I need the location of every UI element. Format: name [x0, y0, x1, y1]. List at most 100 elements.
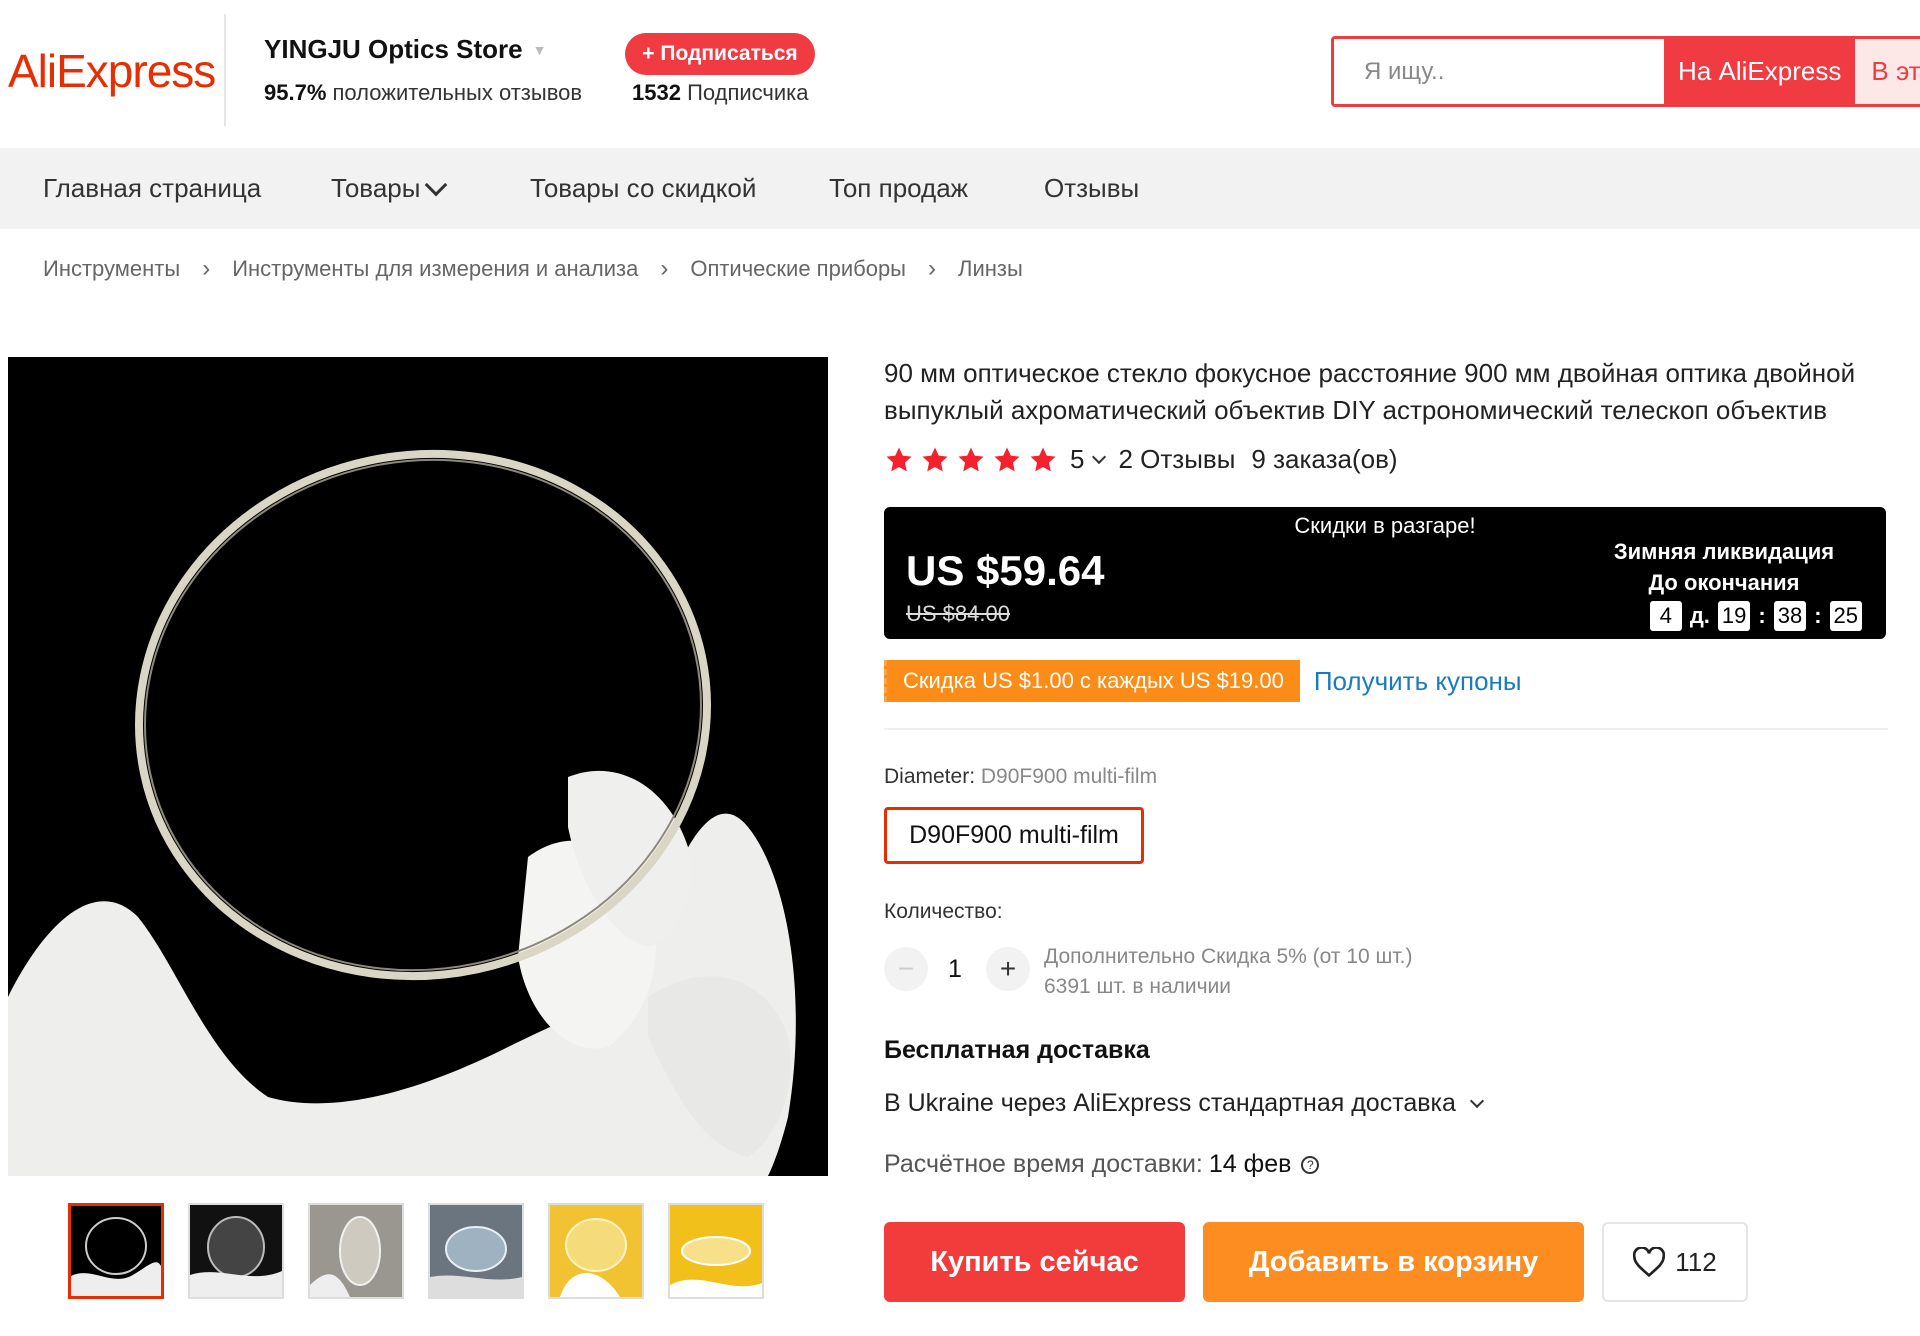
nav-item-label[interactable]: Главная страница — [43, 173, 261, 204]
thumbnail-3[interactable] — [308, 1203, 404, 1299]
star-icon — [922, 447, 948, 471]
store-rating: 95.7% положительных отзывов — [264, 80, 582, 106]
caret-down-icon[interactable]: ▼ — [533, 42, 547, 58]
store-nav: Главная страница Товары Товары со скидко… — [0, 148, 1920, 229]
store-name-label[interactable]: YINGJU Optics Store — [264, 34, 523, 65]
timer-title: Зимняя ликвидация — [1613, 539, 1835, 564]
thumbnail-image — [190, 1205, 282, 1297]
diameter-value: D90F900 multi-film — [980, 765, 1158, 788]
header-divider — [224, 14, 226, 126]
rating-percent: 95.7% — [264, 80, 327, 105]
nav-item-products[interactable]: Товары — [331, 148, 448, 229]
heart-icon — [1633, 1247, 1666, 1277]
timer-separator: : — [1814, 603, 1822, 628]
thumbnail-2[interactable] — [188, 1203, 284, 1299]
get-coupons-link[interactable]: Получить купоны — [1314, 666, 1522, 697]
timer-separator: : — [1758, 603, 1766, 628]
product-title: 90 мм оптическое стекло фокусное расстоя… — [884, 358, 1856, 425]
sku-option-button[interactable]: D90F900 multi-film — [884, 807, 1144, 864]
store-name[interactable]: YINGJU Optics Store ▼ — [264, 34, 546, 65]
divider — [884, 728, 1888, 730]
countdown-timer: 4 д. 19 : 38 : 25 — [1649, 601, 1862, 631]
orders-count: 9 заказа(ов) — [1251, 444, 1398, 474]
diameter-label: Diameter: D90F900 multi-film — [884, 765, 1157, 789]
buy-now-button[interactable]: Купить сейчас — [884, 1222, 1185, 1302]
quantity-decrease-button[interactable]: − — [884, 947, 928, 991]
thumbnail-image — [670, 1205, 762, 1297]
nav-item-label[interactable]: Топ продаж — [829, 173, 968, 204]
search-box: На AliExpress В этом магазине — [1331, 36, 1920, 107]
quantity-increase-button[interactable]: + — [986, 947, 1030, 991]
nav-item-sale[interactable]: Товары со скидкой — [530, 148, 756, 229]
thumbnail-1[interactable] — [68, 1203, 164, 1299]
chevron-right-icon: › — [202, 255, 211, 282]
thumbnail-5[interactable] — [548, 1203, 644, 1299]
thumbnail-4[interactable] — [428, 1203, 524, 1299]
quantity-label: Количество: — [884, 900, 1003, 923]
timer-minutes: 38 — [1773, 601, 1807, 631]
timer-days: 4 — [1649, 601, 1682, 631]
star-icon — [958, 447, 984, 471]
store-header: AliExpress YINGJU Optics Store ▼ 95.7% п… — [0, 0, 1920, 148]
add-to-cart-button[interactable]: Добавить в корзину — [1203, 1222, 1584, 1302]
wishlist-button[interactable]: 112 — [1602, 1222, 1748, 1302]
timer-subtitle: До окончания — [1648, 570, 1800, 595]
old-price: US $84.00 — [906, 601, 1010, 626]
diameter-label-text: Diameter: — [884, 765, 976, 788]
followers-text: Подписчика — [687, 80, 809, 105]
quantity-info: Дополнительно Скидка 5% (от 10 шт.) 6391… — [1044, 942, 1412, 1002]
search-store-button[interactable]: В этом магазине — [1855, 39, 1920, 104]
lens-photo — [8, 357, 828, 1176]
breadcrumb-item[interactable]: Линзы — [958, 256, 1023, 282]
star-icon — [1030, 447, 1056, 471]
rating-value[interactable]: 5 — [1070, 444, 1084, 475]
rating-row: 5 2 Отзывы 9 заказа(ов) — [884, 444, 1398, 475]
quantity-discount: Дополнительно Скидка 5% (от 10 шт.) — [1044, 945, 1413, 968]
thumbnail-image — [550, 1205, 642, 1297]
chevron-down-icon[interactable] — [425, 173, 448, 196]
thumbnail-6[interactable] — [668, 1203, 764, 1299]
star-icon — [886, 447, 912, 471]
breadcrumb-item[interactable]: Оптические приборы — [690, 256, 906, 282]
chevron-right-icon: › — [660, 255, 669, 282]
nav-item-reviews[interactable]: Отзывы — [1044, 148, 1139, 229]
thumbnail-image — [71, 1206, 161, 1296]
coupon-tag[interactable]: Скидка US $1.00 с каждых US $19.00 — [884, 660, 1300, 702]
followers-count: 1532 Подписчика — [632, 80, 809, 106]
help-icon[interactable]: ? — [1301, 1155, 1320, 1174]
aliexpress-logo[interactable]: AliExpress — [8, 44, 216, 98]
chevron-down-icon[interactable] — [1092, 449, 1107, 464]
delivery-time-label: Расчётное время доставки: — [884, 1150, 1203, 1178]
chevron-down-icon[interactable] — [1469, 1093, 1485, 1108]
thumbnail-image — [430, 1205, 522, 1297]
nav-item-top-sellers[interactable]: Топ продаж — [829, 148, 968, 229]
nav-item-label[interactable]: Отзывы — [1044, 173, 1139, 204]
breadcrumb-item[interactable]: Инструменты — [43, 256, 180, 282]
chevron-right-icon: › — [928, 255, 936, 282]
thumbnail-strip — [68, 1203, 764, 1299]
price-box: Скидки в разгаре! US $59.64 US $84.00 Зи… — [884, 507, 1886, 639]
breadcrumb-item[interactable]: Инструменты для измерения и анализа — [232, 256, 638, 282]
nav-item-label[interactable]: Товары со скидкой — [530, 173, 756, 204]
sale-banner: Скидки в разгаре! — [1294, 513, 1476, 538]
product-main-image[interactable] — [8, 357, 828, 1176]
thumbnail-image — [310, 1205, 402, 1297]
timer-hours: 19 — [1717, 601, 1751, 631]
subscribe-button[interactable]: + Подписаться — [625, 33, 815, 75]
shipping-method-selector[interactable]: В Ukraine через AliExpress стандартная д… — [884, 1089, 1485, 1118]
followers-number: 1532 — [632, 80, 681, 105]
timer-seconds: 25 — [1829, 601, 1862, 631]
quantity-value[interactable]: 1 — [940, 955, 970, 984]
nav-item-home[interactable]: Главная страница — [43, 148, 261, 229]
shipping-method-text[interactable]: В Ukraine через AliExpress стандартная д… — [884, 1089, 1456, 1118]
rating-text: положительных отзывов — [332, 80, 583, 105]
search-input[interactable] — [1334, 39, 1664, 104]
breadcrumb: Инструменты › Инструменты для измерения … — [43, 254, 1023, 284]
nav-item-label[interactable]: Товары — [331, 173, 420, 204]
delivery-date: 14 фев — [1208, 1150, 1292, 1178]
wishlist-count: 112 — [1675, 1246, 1717, 1277]
reviews-link[interactable]: 2 Отзывы — [1118, 444, 1235, 475]
search-aliexpress-button[interactable]: На AliExpress — [1664, 39, 1856, 104]
free-shipping-label: Бесплатная доставка — [884, 1036, 1150, 1064]
price: US $59.64 — [906, 547, 1105, 594]
